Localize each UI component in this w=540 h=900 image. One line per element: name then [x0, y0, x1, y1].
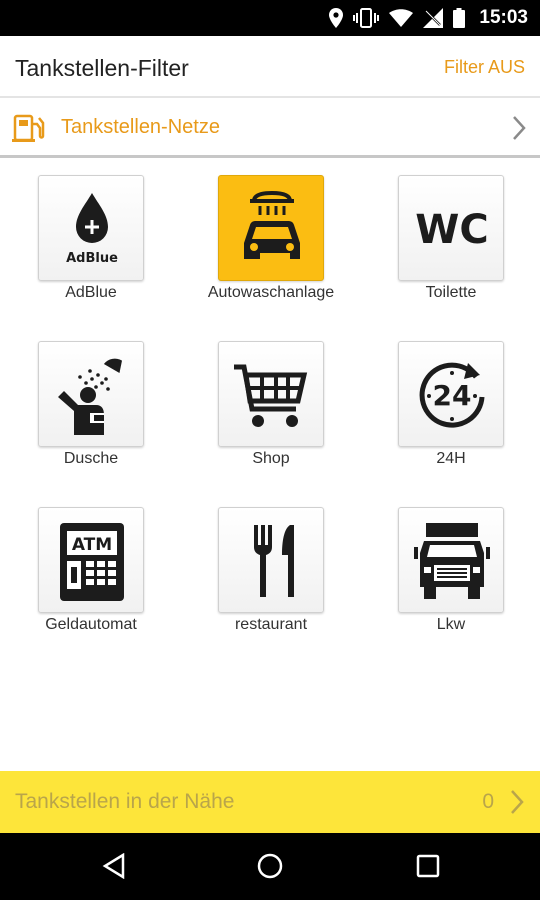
- atm-icon-text: ATM: [72, 535, 112, 555]
- recents-icon[interactable]: [416, 853, 440, 879]
- system-nav-bar: [0, 833, 540, 900]
- filter-tile-truck[interactable]: [398, 507, 504, 613]
- filter-tile-car-wash[interactable]: [218, 175, 324, 281]
- shower-icon: [58, 358, 122, 435]
- adblue-icon: AdBlue: [66, 193, 118, 266]
- filter-label-car-wash: Autowaschanlage: [207, 284, 335, 301]
- car-wash-icon: [244, 190, 300, 259]
- nearby-stations-bar[interactable]: Tankstellen in der Nähe 0: [0, 771, 540, 833]
- filter-off-button[interactable]: Filter AUS: [444, 57, 525, 78]
- filter-label-24h: 24H: [436, 450, 466, 467]
- filter-tile-shop[interactable]: [218, 341, 324, 447]
- wc-icon: WC: [415, 207, 488, 253]
- chevron-right-icon: [513, 116, 526, 140]
- wifi-icon: [389, 9, 414, 27]
- atm-icon: ATM: [60, 523, 124, 601]
- filter-label-shower: Dusche: [63, 450, 119, 467]
- page-title: Tankstellen-Filter: [15, 55, 189, 81]
- 24h-icon-text: 24: [433, 379, 472, 412]
- filter-tile-adblue[interactable]: AdBlue: [38, 175, 144, 281]
- filter-tile-toilet[interactable]: WC: [398, 175, 504, 281]
- adblue-icon-text: AdBlue: [66, 251, 118, 266]
- home-icon[interactable]: [257, 853, 283, 879]
- wc-icon-text: WC: [415, 207, 488, 253]
- fuel-pump-icon: [12, 114, 45, 142]
- shopping-cart-icon: [234, 364, 308, 427]
- nearby-stations-label: Tankstellen in der Nähe: [15, 790, 235, 813]
- filter-label-adblue: AdBlue: [65, 284, 117, 301]
- vibrate-icon: [353, 8, 380, 28]
- status-bar: 15:03: [0, 0, 540, 36]
- filter-label-atm: Geldautomat: [45, 616, 137, 633]
- battery-icon: [453, 8, 466, 28]
- back-icon[interactable]: [102, 853, 126, 879]
- filter-label-toilet: Toilette: [425, 284, 477, 301]
- station-networks-label: Tankstellen-Netze: [61, 116, 220, 138]
- filter-tile-24h[interactable]: 24: [398, 341, 504, 447]
- filter-tile-restaurant[interactable]: [218, 507, 324, 613]
- filter-label-shop: Shop: [252, 450, 290, 467]
- clock: 15:03: [479, 7, 528, 28]
- filter-label-truck: Lkw: [436, 616, 466, 633]
- location-icon: [329, 8, 344, 28]
- chevron-right-icon: [511, 790, 524, 814]
- nearby-stations-count: 0: [482, 790, 494, 813]
- app-header: Tankstellen-Filter Filter AUS: [0, 36, 540, 98]
- 24h-icon: 24: [419, 362, 485, 428]
- no-signal-icon: [423, 8, 444, 28]
- truck-icon: [414, 523, 490, 599]
- station-networks-row[interactable]: Tankstellen-Netze: [0, 100, 540, 158]
- filter-tile-atm[interactable]: ATM: [38, 507, 144, 613]
- filter-tile-shower[interactable]: [38, 341, 144, 447]
- filter-label-restaurant: restaurant: [234, 616, 308, 633]
- fork-knife-icon: [254, 525, 294, 597]
